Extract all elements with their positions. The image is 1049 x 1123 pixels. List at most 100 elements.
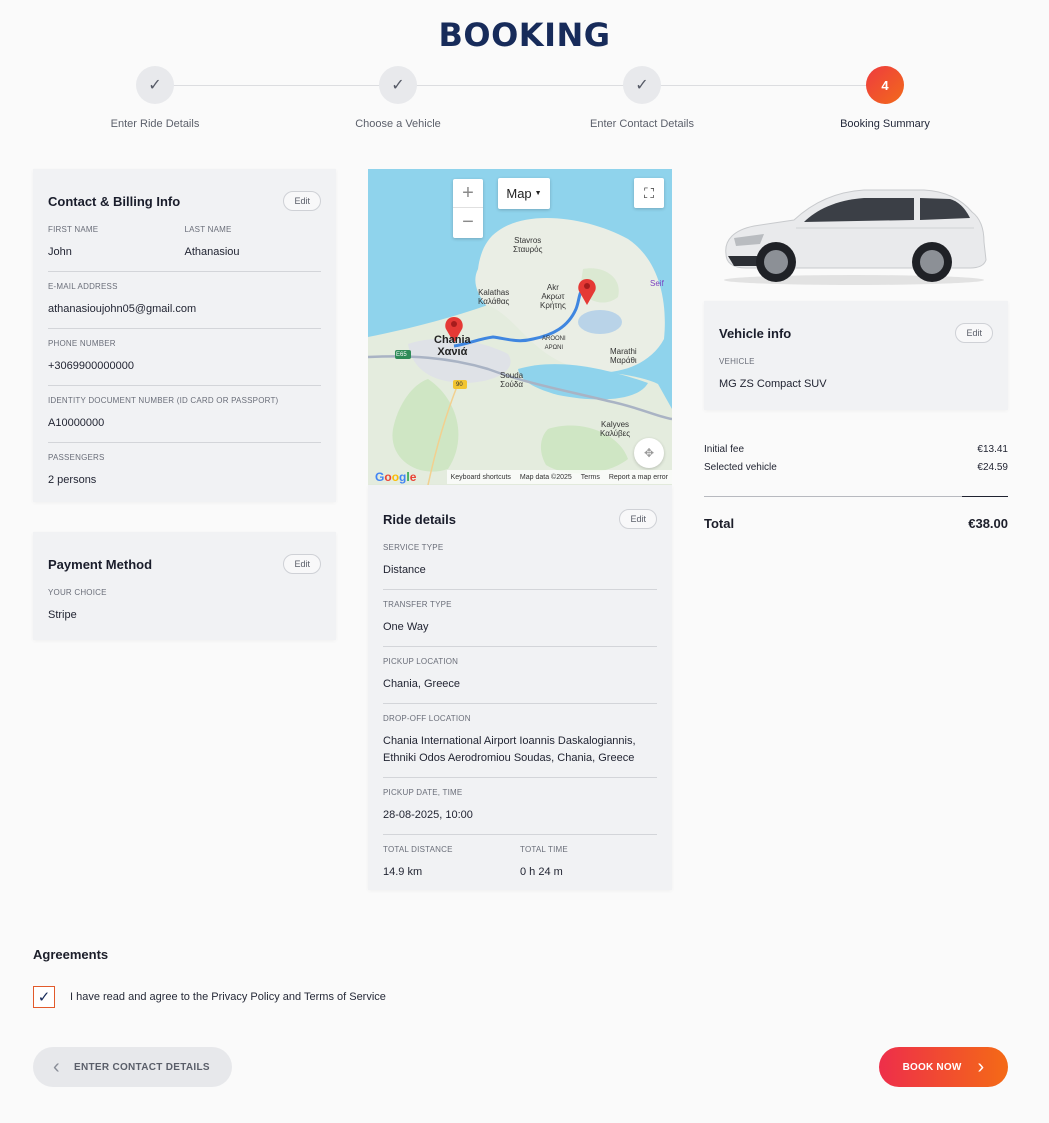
initial-fee-value: €13.41 (977, 444, 1008, 455)
map-footer: Google Keyboard shortcuts Map data ©2025… (368, 469, 672, 485)
agreements-title: Agreements (33, 947, 109, 962)
phone-value: +3069900000000 (48, 360, 134, 372)
payment-choice-row: YOUR CHOICE Stripe (48, 574, 321, 634)
field-label: PICKUP DATE, TIME (383, 788, 463, 797)
map-label-90: 90 (456, 382, 463, 388)
transfer-type-value: One Way (383, 621, 429, 633)
vehicle-value: MG ZS Compact SUV (719, 378, 827, 390)
field-label: PHONE NUMBER (48, 339, 116, 348)
caret-down-icon: ▼ (534, 190, 542, 197)
card-title: Ride details (383, 511, 456, 527)
back-to-contact-details-button[interactable]: ‹ ENTER CONTACT DETAILS (33, 1047, 232, 1087)
edit-payment-button[interactable]: Edit (283, 554, 321, 574)
lake (578, 310, 622, 334)
map-label-souda: Souda Σούδα (500, 371, 524, 389)
selected-vehicle-value: €24.59 (977, 462, 1008, 473)
map-label-kalyves: Kalyves Καλύβες (600, 420, 631, 438)
page-title: BOOKING (438, 16, 611, 54)
step-label: Choose a Vehicle (355, 118, 441, 130)
field-label: TOTAL DISTANCE (383, 845, 453, 854)
terms-link[interactable]: Terms (581, 474, 600, 481)
zoom-out-button[interactable]: − (453, 208, 483, 237)
initial-fee-row: Initial fee €13.41 (704, 444, 1008, 462)
step-number-badge: 4 (866, 66, 904, 104)
zoom-in-button[interactable]: + (453, 179, 483, 208)
book-now-button[interactable]: BOOK NOW › (879, 1047, 1008, 1087)
edit-ride-button[interactable]: Edit (619, 509, 657, 529)
payment-method-card: Payment Method Edit YOUR CHOICE Stripe (33, 532, 336, 640)
step-enter-ride-details[interactable]: ✓ Enter Ride Details (55, 66, 255, 130)
pickup-row: PICKUP LOCATION Chania, Greece (383, 647, 657, 704)
map-type-label: Map (506, 186, 532, 201)
passengers-row: PASSENGERS 2 persons (48, 443, 321, 499)
map-data-text: Map data ©2025 (519, 473, 572, 481)
step-label: Booking Summary (840, 118, 930, 130)
booking-stepper: ✓ Enter Ride Details ✓ Choose a Vehicle … (32, 66, 1008, 136)
stepper-line (154, 85, 886, 86)
fullscreen-icon[interactable]: ⛶ (634, 178, 664, 208)
price-summary: Initial fee €13.41 Selected vehicle €24.… (704, 444, 1008, 531)
map-label-arooni: AROONI ΑΡΩΝΙ (542, 336, 566, 351)
back-button-label: ENTER CONTACT DETAILS (73, 1061, 210, 1073)
check-icon: ✓ (379, 66, 417, 104)
map-type-button[interactable]: Map ▼ (498, 178, 550, 209)
ride-details-card: Ride details Edit SERVICE TYPE Distance … (368, 485, 672, 890)
payment-choice-value: Stripe (48, 609, 77, 621)
selected-vehicle-row: Selected vehicle €24.59 (704, 462, 1008, 480)
agreement-checkbox[interactable]: ✓ (33, 986, 55, 1008)
datetime-value: 28-08-2025, 10:00 (383, 809, 473, 821)
map-label-seif: Seif (650, 279, 664, 288)
chevron-left-icon: ‹ (53, 1055, 60, 1078)
map-label-stavros: Stavros Σταυρός (513, 236, 543, 254)
keyboard-shortcuts-link[interactable]: Keyboard shortcuts (451, 474, 511, 481)
name-row: FIRST NAME John LAST NAME Athanasiou (48, 211, 321, 272)
datetime-row: PICKUP DATE, TIME 28-08-2025, 10:00 (383, 778, 657, 835)
check-icon: ✓ (136, 66, 174, 104)
map-attribution: Keyboard shortcuts Map data ©2025 Terms … (446, 470, 672, 484)
field-label: FIRST NAME (48, 225, 99, 234)
dropoff-value: Chania International Airport Ioannis Das… (383, 735, 636, 764)
pickup-value: Chania, Greece (383, 678, 461, 690)
check-icon: ✓ (623, 66, 661, 104)
vehicle-info-card: Vehicle info Edit VEHICLE MG ZS Compact … (704, 301, 1008, 410)
card-title: Contact & Billing Info (48, 193, 181, 209)
agreement-text: I have read and agree to the Privacy Pol… (70, 991, 386, 1003)
selected-vehicle-label: Selected vehicle (704, 462, 777, 473)
total-label: Total (704, 516, 735, 531)
first-name-value: John (48, 246, 72, 258)
map-label-e65: E65 (396, 352, 407, 358)
field-label: TRANSFER TYPE (383, 600, 452, 609)
contact-billing-card: Contact & Billing Info Edit FIRST NAME J… (33, 169, 336, 502)
field-label: E-MAIL ADDRESS (48, 282, 118, 291)
transfer-type-row: TRANSFER TYPE One Way (383, 590, 657, 647)
field-label: PICKUP LOCATION (383, 657, 459, 666)
route-map[interactable]: Stavros Σταυρός Kalathas Καλάθας Akr Ακρωτ Κ… (368, 169, 672, 485)
field-label: TOTAL TIME (520, 845, 568, 854)
pegman-icon[interactable]: ✥ (634, 438, 664, 468)
service-type-row: SERVICE TYPE Distance (383, 529, 657, 590)
initial-fee-label: Initial fee (704, 444, 745, 455)
map-label-chania: Chania Χανιά (434, 334, 471, 358)
step-choose-vehicle[interactable]: ✓ Choose a Vehicle (298, 66, 498, 130)
step-enter-contact-details[interactable]: ✓ Enter Contact Details (542, 66, 742, 130)
total-value: €38.00 (968, 516, 1008, 531)
dropoff-row: DROP-OFF LOCATION Chania International A… (383, 704, 657, 778)
map-label-akrotiri: Akr Ακρωτ Κρήτης (540, 283, 566, 310)
map-zoom-control: + − (453, 179, 483, 238)
last-name-value: Athanasiou (184, 246, 240, 258)
totals-divider (704, 496, 1008, 497)
edit-contact-button[interactable]: Edit (283, 191, 321, 211)
vehicle-row: VEHICLE MG ZS Compact SUV (719, 343, 993, 403)
vehicle-image (724, 189, 987, 285)
book-button-label: BOOK NOW (902, 1061, 962, 1073)
checkmark-icon: ✓ (37, 989, 51, 1006)
time-value: 0 h 24 m (520, 866, 563, 878)
report-map-error-link[interactable]: Report a map error (609, 474, 668, 481)
map-label-kalathas: Kalathas Καλάθας (478, 288, 510, 306)
card-title: Payment Method (48, 556, 153, 572)
chevron-right-icon: › (977, 1055, 985, 1078)
passengers-value: 2 persons (48, 474, 97, 486)
field-label: IDENTITY DOCUMENT NUMBER (ID CARD OR PAS… (48, 396, 279, 405)
edit-vehicle-button[interactable]: Edit (955, 323, 993, 343)
field-label: YOUR CHOICE (48, 588, 107, 597)
